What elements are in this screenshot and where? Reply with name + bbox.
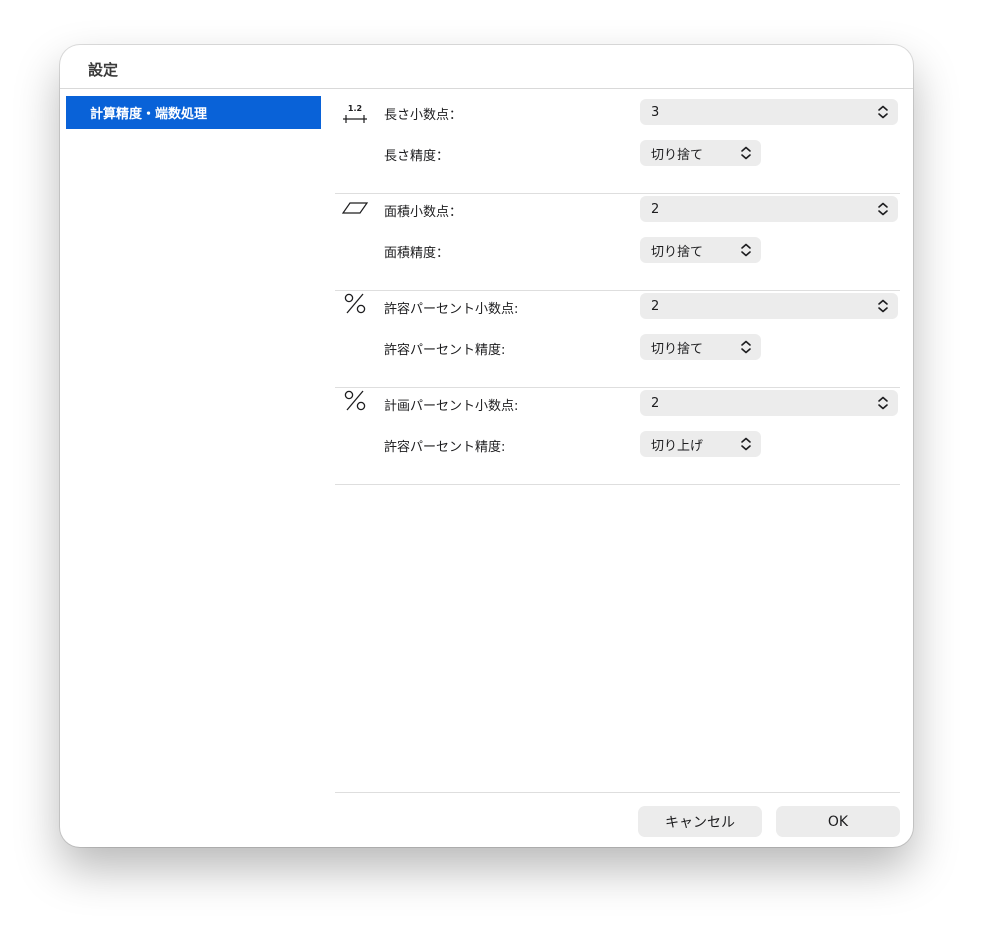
tolerance-percent-settings-group: 許容パーセント小数点: 2 許容パーセント精度: 切り捨て bbox=[335, 290, 900, 388]
chevron-updown-icon bbox=[878, 202, 888, 216]
plan-precision-label: 許容パーセント精度: bbox=[384, 440, 506, 455]
parallelogram-area-icon bbox=[341, 202, 369, 214]
length-settings-group: 1.2 長さ小数点： 3 長さ精度： 切り捨て bbox=[335, 96, 900, 194]
tolerance-precision-value: 切り捨て bbox=[651, 341, 704, 357]
length-decimal-label: 長さ小数点： bbox=[384, 108, 463, 123]
percent-icon bbox=[344, 390, 366, 411]
plan-decimal-value: 2 bbox=[651, 395, 660, 411]
chevron-updown-icon bbox=[878, 105, 888, 119]
area-precision-value: 切り捨て bbox=[651, 244, 704, 260]
ruler-icon-label: 1.2 bbox=[348, 104, 362, 113]
plan-precision-select[interactable]: 切り上げ bbox=[640, 431, 761, 457]
plan-percent-settings-group: 計画パーセント小数点: 2 許容パーセント精度: 切り上げ bbox=[335, 387, 900, 485]
length-decimal-value: 3 bbox=[651, 104, 660, 120]
chevron-updown-icon bbox=[741, 340, 751, 354]
percent-icon bbox=[344, 293, 366, 314]
plan-decimal-select[interactable]: 2 bbox=[640, 390, 898, 416]
chevron-updown-icon bbox=[741, 437, 751, 451]
title-bar: 設定 bbox=[60, 45, 913, 89]
area-precision-select[interactable]: 切り捨て bbox=[640, 237, 761, 263]
area-precision-label: 面積精度： bbox=[384, 246, 450, 261]
area-decimal-select[interactable]: 2 bbox=[640, 196, 898, 222]
tolerance-precision-select[interactable]: 切り捨て bbox=[640, 334, 761, 360]
plan-precision-value: 切り上げ bbox=[651, 438, 704, 454]
length-decimal-select[interactable]: 3 bbox=[640, 99, 898, 125]
tolerance-decimal-select[interactable]: 2 bbox=[640, 293, 898, 319]
chevron-updown-icon bbox=[878, 396, 888, 410]
area-settings-group: 面積小数点： 2 面積精度： 切り捨て bbox=[335, 193, 900, 291]
chevron-updown-icon bbox=[741, 146, 751, 160]
cancel-button[interactable]: キャンセル bbox=[638, 806, 762, 837]
length-precision-value: 切り捨て bbox=[651, 147, 704, 163]
settings-window: 設定 計算精度・端数処理 1.2 長さ小数点： 3 長さ精度： 切り捨て 面積小… bbox=[60, 45, 913, 847]
area-decimal-value: 2 bbox=[651, 201, 660, 217]
chevron-updown-icon bbox=[878, 299, 888, 313]
tolerance-precision-label: 許容パーセント精度: bbox=[384, 343, 506, 358]
length-precision-label: 長さ精度： bbox=[384, 149, 450, 164]
window-title: 設定 bbox=[88, 61, 119, 79]
footer-divider bbox=[335, 792, 900, 793]
length-precision-select[interactable]: 切り捨て bbox=[640, 140, 761, 166]
ok-button[interactable]: OK bbox=[776, 806, 900, 837]
sidebar-item-calculation-precision[interactable]: 計算精度・端数処理 bbox=[66, 96, 321, 129]
length-ruler-icon: 1.2 bbox=[343, 104, 367, 123]
area-decimal-label: 面積小数点： bbox=[384, 205, 463, 220]
chevron-updown-icon bbox=[741, 243, 751, 257]
sidebar-item-label: 計算精度・端数処理 bbox=[90, 107, 208, 122]
tolerance-decimal-value: 2 bbox=[651, 298, 660, 314]
tolerance-decimal-label: 許容パーセント小数点: bbox=[384, 302, 519, 317]
plan-decimal-label: 計画パーセント小数点: bbox=[384, 399, 519, 414]
